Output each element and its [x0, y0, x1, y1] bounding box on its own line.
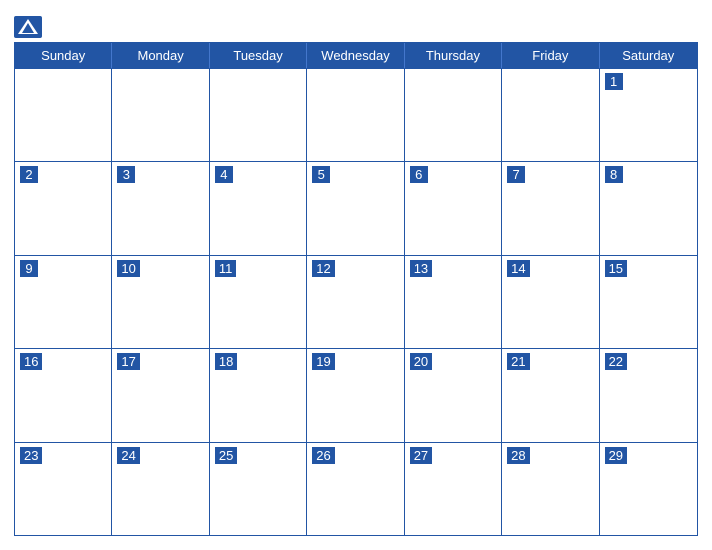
- day-cell-13: 13: [405, 256, 502, 348]
- day-cell-22: 22: [600, 349, 697, 441]
- day-cell-7: 7: [502, 162, 599, 254]
- day-number: 20: [410, 353, 432, 370]
- day-cell-5: 5: [307, 162, 404, 254]
- week-row-2: 9 10 11 12 13 14 15: [15, 255, 697, 348]
- calendar-body: 1234567891011121314151617181920212223242…: [15, 68, 697, 535]
- day-cell-14: 14: [502, 256, 599, 348]
- day-cell-empty-0-4: [405, 69, 502, 161]
- day-number: 6: [410, 166, 428, 183]
- day-cell-11: 11: [210, 256, 307, 348]
- day-cell-15: 15: [600, 256, 697, 348]
- day-cell-27: 27: [405, 443, 502, 535]
- day-number: 17: [117, 353, 139, 370]
- logo-icon: [14, 16, 42, 38]
- day-cell-17: 17: [112, 349, 209, 441]
- logo: [14, 16, 46, 38]
- day-header-wednesday: Wednesday: [307, 43, 404, 68]
- day-cell-23: 23: [15, 443, 112, 535]
- day-number: 11: [215, 260, 237, 277]
- day-number: 23: [20, 447, 42, 464]
- day-cell-empty-0-2: [210, 69, 307, 161]
- day-cell-1: 1: [600, 69, 697, 161]
- day-number: 2: [20, 166, 38, 183]
- day-cell-19: 19: [307, 349, 404, 441]
- week-row-0: 1: [15, 68, 697, 161]
- day-cell-9: 9: [15, 256, 112, 348]
- day-cell-26: 26: [307, 443, 404, 535]
- day-cell-empty-0-3: [307, 69, 404, 161]
- day-number: 16: [20, 353, 42, 370]
- day-header-sunday: Sunday: [15, 43, 112, 68]
- day-cell-29: 29: [600, 443, 697, 535]
- day-number: 29: [605, 447, 627, 464]
- day-cell-12: 12: [307, 256, 404, 348]
- day-number: 14: [507, 260, 529, 277]
- day-number: 22: [605, 353, 627, 370]
- day-number: 26: [312, 447, 334, 464]
- day-cell-20: 20: [405, 349, 502, 441]
- day-header-tuesday: Tuesday: [210, 43, 307, 68]
- day-cell-24: 24: [112, 443, 209, 535]
- day-number: 25: [215, 447, 237, 464]
- day-number: 8: [605, 166, 623, 183]
- day-number: 19: [312, 353, 334, 370]
- day-number: 18: [215, 353, 237, 370]
- day-cell-16: 16: [15, 349, 112, 441]
- day-header-saturday: Saturday: [600, 43, 697, 68]
- day-header-thursday: Thursday: [405, 43, 502, 68]
- day-cell-empty-0-0: [15, 69, 112, 161]
- day-cell-2: 2: [15, 162, 112, 254]
- day-cell-4: 4: [210, 162, 307, 254]
- day-number: 21: [507, 353, 529, 370]
- day-cell-10: 10: [112, 256, 209, 348]
- calendar: SundayMondayTuesdayWednesdayThursdayFrid…: [14, 42, 698, 536]
- week-row-3: 16 17 18 19 20 21 22: [15, 348, 697, 441]
- day-header-monday: Monday: [112, 43, 209, 68]
- day-cell-empty-0-5: [502, 69, 599, 161]
- day-headers-row: SundayMondayTuesdayWednesdayThursdayFrid…: [15, 43, 697, 68]
- day-cell-21: 21: [502, 349, 599, 441]
- calendar-header: [14, 10, 698, 42]
- day-cell-3: 3: [112, 162, 209, 254]
- day-cell-8: 8: [600, 162, 697, 254]
- day-number: 5: [312, 166, 330, 183]
- day-number: 13: [410, 260, 432, 277]
- day-number: 10: [117, 260, 139, 277]
- day-number: 4: [215, 166, 233, 183]
- day-number: 1: [605, 73, 623, 90]
- day-number: 7: [507, 166, 525, 183]
- day-number: 24: [117, 447, 139, 464]
- week-row-4: 23 24 25 26 27 28 29: [15, 442, 697, 535]
- day-cell-empty-0-1: [112, 69, 209, 161]
- day-number: 28: [507, 447, 529, 464]
- day-cell-18: 18: [210, 349, 307, 441]
- day-number: 12: [312, 260, 334, 277]
- day-number: 15: [605, 260, 627, 277]
- day-cell-28: 28: [502, 443, 599, 535]
- day-header-friday: Friday: [502, 43, 599, 68]
- day-cell-25: 25: [210, 443, 307, 535]
- day-number: 9: [20, 260, 38, 277]
- day-cell-6: 6: [405, 162, 502, 254]
- day-number: 27: [410, 447, 432, 464]
- day-number: 3: [117, 166, 135, 183]
- week-row-1: 2 3 4 5 6 7 8: [15, 161, 697, 254]
